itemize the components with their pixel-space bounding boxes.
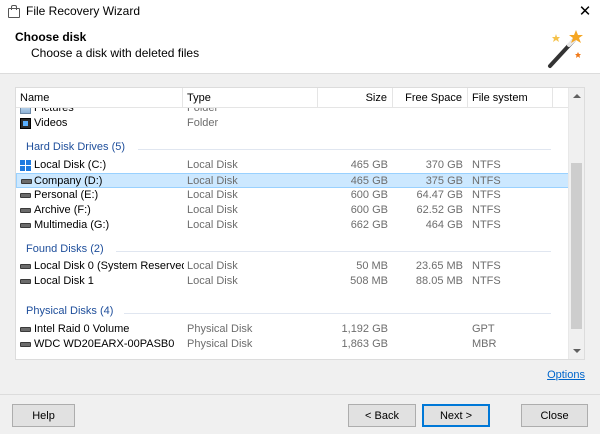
page-subtitle: Choose a disk with deleted files [31,46,200,60]
next-button[interactable]: Next > [422,404,490,427]
group-physical-disks: Physical Disks (4) [26,305,114,317]
column-header-free-space[interactable]: Free Space [393,88,468,108]
column-header-file-system[interactable]: File system [468,88,553,108]
disk-icon [20,193,31,198]
windows-disk-icon [20,160,31,171]
table-row[interactable]: Local Disk 0 (System Reserved) Local Dis… [16,259,569,274]
group-hard-disk-drives: Hard Disk Drives (5) [26,141,126,153]
title-bar: File Recovery Wizard ✕ [0,0,600,22]
scroll-down-button[interactable] [569,343,584,359]
table-row[interactable]: Local Disk (C:) Local Disk 465 GB 370 GB… [16,158,569,173]
help-button[interactable]: Help [12,404,75,427]
disk-icon [20,264,31,269]
close-button[interactable]: Close [521,404,588,427]
disk-icon [20,279,31,284]
group-divider [124,313,551,314]
table-row-selected[interactable]: Company (D:) Local Disk 465 GB 375 GB NT… [16,173,569,188]
group-found-disks: Found Disks (2) [26,243,104,255]
disk-icon [20,327,31,332]
scroll-up-button[interactable] [569,88,584,104]
list-rows: Pictures Folder Videos Folder Hard Disk … [16,108,569,359]
table-row[interactable]: Personal (E:) Local Disk 600 GB 64.47 GB… [16,188,569,203]
table-row[interactable]: Archive (F:) Local Disk 600 GB 62.52 GB … [16,203,569,218]
arrow-down-icon [573,349,581,353]
pictures-folder-icon [20,108,31,114]
table-row[interactable]: Multimedia (G:) Local Disk 662 GB 464 GB… [16,218,569,233]
back-button[interactable]: < Back [348,404,416,427]
column-header-size[interactable]: Size [318,88,393,108]
app-icon [6,4,20,18]
group-divider [138,149,551,150]
list-header: Name Type Size Free Space File system [16,88,569,108]
column-header-type[interactable]: Type [183,88,318,108]
arrow-up-icon [573,94,581,98]
list-item[interactable]: Videos Folder [16,116,569,131]
options-link[interactable]: Options [547,369,585,381]
group-divider [116,251,551,252]
window-title: File Recovery Wizard [26,4,141,18]
table-row[interactable]: WDC WD20EARX-00PASB0 Physical Disk 1,863… [16,337,569,352]
disk-icon [20,208,31,213]
wizard-header: Choose disk Choose a disk with deleted f… [0,22,600,74]
column-header-name[interactable]: Name [16,88,183,108]
content-area: Name Type Size Free Space File system Pi… [0,74,600,394]
table-row[interactable]: Local Disk 1 Local Disk 508 MB 88.05 MB … [16,274,569,289]
table-row[interactable]: Intel Raid 0 Volume Physical Disk 1,192 … [16,322,569,337]
disk-icon [21,179,32,184]
close-window-button[interactable]: ✕ [570,0,600,22]
wizard-footer: Help < Back Next > Close [0,394,600,434]
disk-list[interactable]: Name Type Size Free Space File system Pi… [15,87,585,360]
disk-icon [20,342,31,347]
vertical-scrollbar[interactable] [568,88,584,359]
magic-wand-icon [548,30,583,68]
page-title: Choose disk [15,30,87,44]
videos-folder-icon [20,118,31,129]
scrollbar-thumb[interactable] [571,163,582,329]
disk-icon [20,223,31,228]
list-item[interactable]: Pictures Folder [16,108,569,116]
